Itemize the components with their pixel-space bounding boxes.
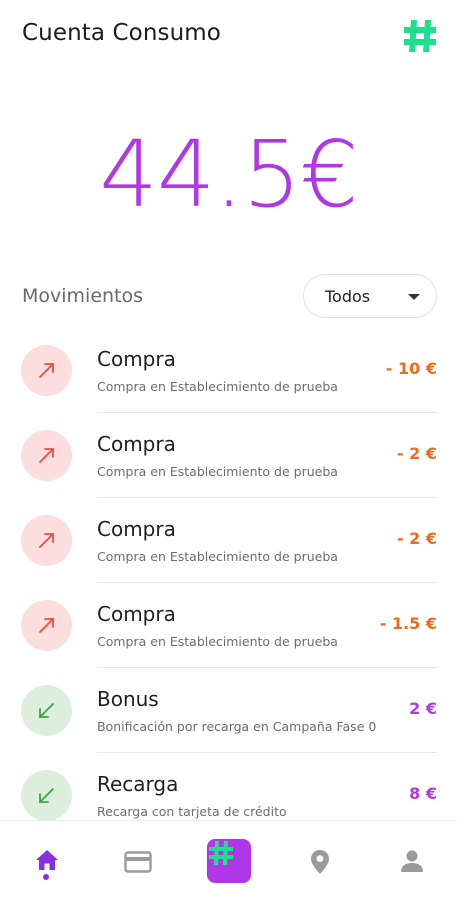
movement-title: Compra — [97, 517, 176, 541]
nav-hashtag-button[interactable] — [207, 839, 251, 883]
movements-title: Movimientos — [22, 285, 144, 307]
filter-selected-value: Todos — [325, 287, 371, 306]
movement-amount: - 1.5 € — [379, 614, 437, 633]
balance-amount: 44.5€ — [99, 121, 358, 228]
movement-row[interactable]: Recarga Recarga con tarjeta de crédito 8… — [0, 753, 457, 820]
card-icon — [124, 851, 152, 873]
movement-subtitle: Compra en Establecimiento de prueba — [97, 634, 338, 649]
home-icon — [36, 850, 58, 870]
movements-filter-dropdown[interactable]: Todos — [303, 274, 437, 318]
movement-row[interactable]: Compra Compra en Establecimiento de prue… — [0, 498, 457, 583]
nav-profile[interactable] — [382, 821, 442, 900]
movement-title: Compra — [97, 432, 176, 456]
movement-title: Recarga — [97, 772, 179, 796]
incoming-arrow-icon — [21, 770, 72, 820]
hashtag-logo-icon — [404, 19, 436, 53]
movement-row[interactable]: Compra Compra en Establecimiento de prue… — [0, 413, 457, 498]
nav-home[interactable] — [16, 821, 76, 900]
outgoing-arrow-icon — [21, 600, 72, 651]
movement-subtitle: Compra en Establecimiento de prueba — [97, 379, 338, 394]
movement-subtitle: Bonificación por recarga en Campaña Fase… — [97, 719, 377, 734]
movement-amount: 8 € — [409, 784, 437, 803]
caret-down-icon — [408, 294, 420, 300]
movement-title: Bonus — [97, 687, 159, 711]
movement-row[interactable]: Compra Compra en Establecimiento de prue… — [0, 583, 457, 668]
outgoing-arrow-icon — [21, 345, 72, 396]
movement-subtitle: Compra en Establecimiento de prueba — [97, 464, 338, 479]
movement-row[interactable]: Compra Compra en Establecimiento de prue… — [0, 328, 457, 413]
movement-amount: - 10 € — [385, 359, 437, 378]
hashtag-icon — [209, 840, 233, 866]
movement-amount: - 2 € — [396, 529, 437, 548]
header: Cuenta Consumo — [0, 0, 457, 74]
movement-amount: - 2 € — [396, 444, 437, 463]
outgoing-arrow-icon — [21, 515, 72, 566]
active-indicator — [43, 874, 49, 880]
location-pin-icon — [311, 850, 329, 874]
incoming-arrow-icon — [21, 685, 72, 736]
person-icon — [401, 850, 423, 872]
movement-title: Compra — [97, 347, 176, 371]
nav-location[interactable] — [290, 821, 350, 900]
movement-row[interactable]: Bonus Bonificación por recarga en Campañ… — [0, 668, 457, 753]
movements-list[interactable]: Compra Compra en Establecimiento de prue… — [0, 328, 457, 820]
bottom-nav — [0, 820, 457, 900]
movement-title: Compra — [97, 602, 176, 626]
movement-amount: 2 € — [409, 699, 437, 718]
outgoing-arrow-icon — [21, 430, 72, 481]
page-title: Cuenta Consumo — [22, 20, 221, 46]
movement-subtitle: Recarga con tarjeta de crédito — [97, 804, 287, 819]
movement-subtitle: Compra en Establecimiento de prueba — [97, 549, 338, 564]
nav-card[interactable] — [108, 821, 168, 900]
